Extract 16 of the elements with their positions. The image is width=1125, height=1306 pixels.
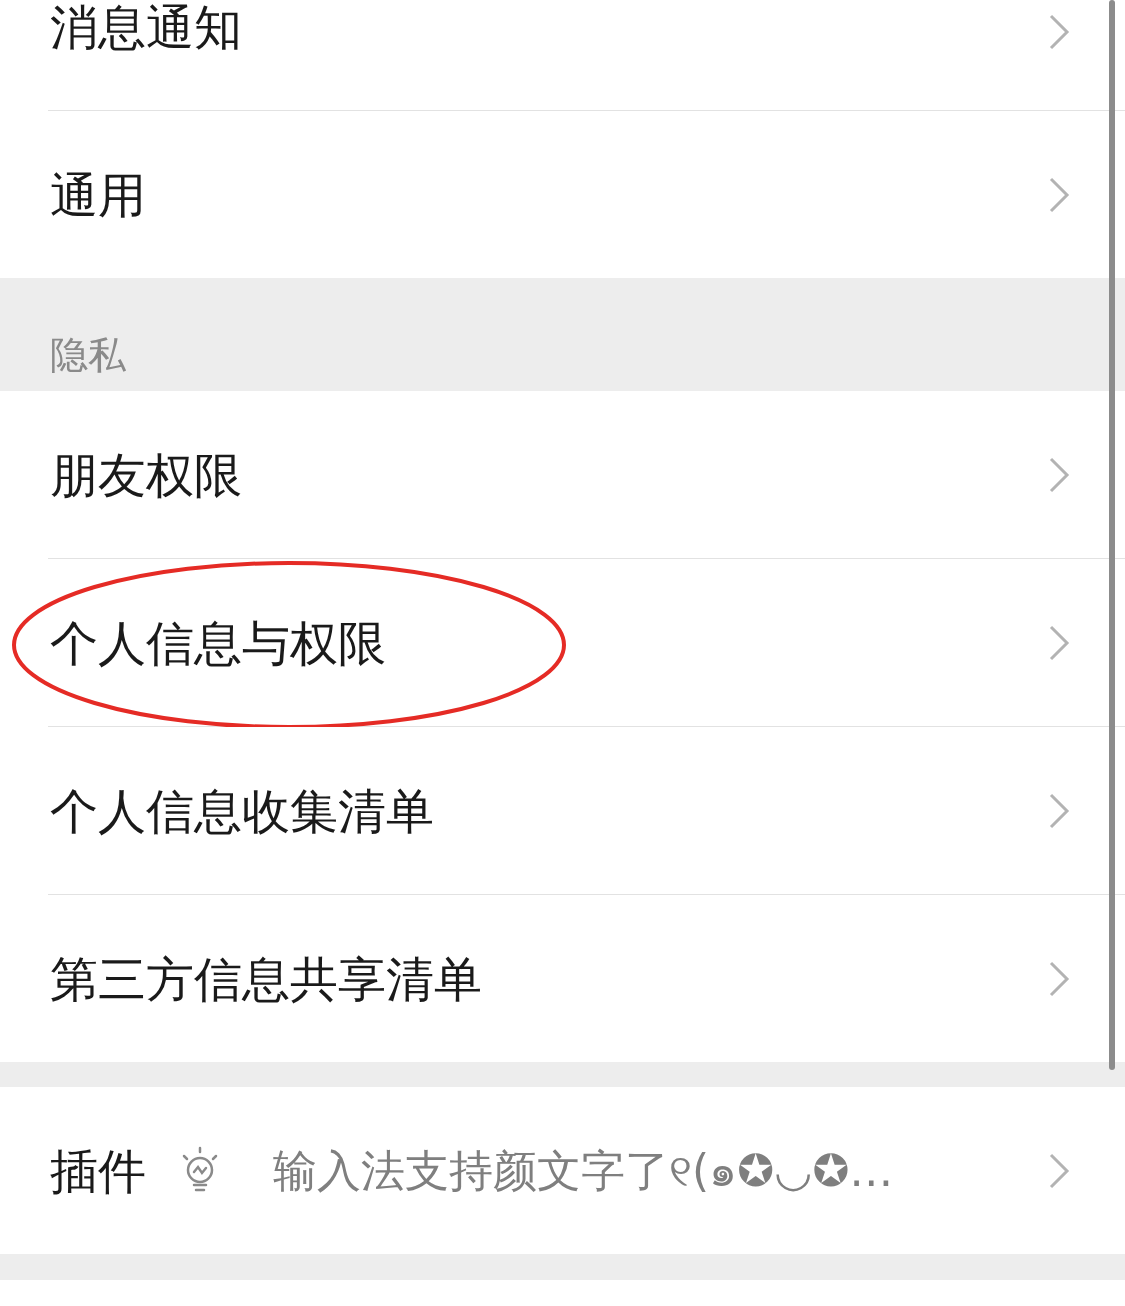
chevron-right-icon [1048,1151,1070,1190]
chevron-right-icon [1048,959,1070,998]
chevron-right-icon [1048,13,1070,51]
row-label: 个人信息与权限 [50,618,386,667]
row-label: 第三方信息共享清单 [50,954,482,1003]
row-label: 通用 [50,170,146,219]
chevron-right-icon [1048,623,1070,662]
row-label: 消息通知 [50,3,242,51]
row-label: 个人信息收集清单 [50,786,434,835]
section-header: 隐私 [50,336,126,374]
row-label: 朋友权限 [50,450,242,499]
chevron-right-icon [1048,175,1070,214]
chevron-right-icon [1048,455,1070,494]
row-value: 输入法支持颜文字了୧(๑✪◡✪… [273,1148,894,1193]
row-label: 插件 [50,1146,146,1195]
chevron-right-icon [1048,791,1070,830]
